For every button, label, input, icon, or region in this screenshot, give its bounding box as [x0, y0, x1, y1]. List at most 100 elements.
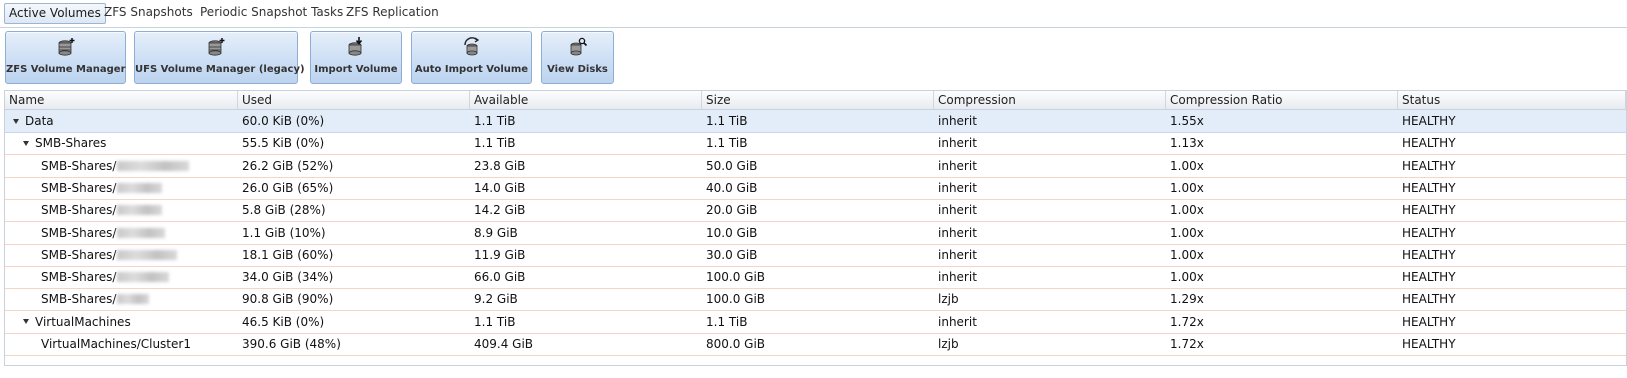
- ratio-cell: 1.00x: [1170, 180, 1204, 195]
- column-header-available[interactable]: Available: [470, 91, 702, 110]
- size-cell: 100.0 GiB: [706, 292, 766, 307]
- dataset-name: SMB-Shares/: [41, 292, 117, 307]
- grid-header: Name Used Available Size Compression Com…: [5, 91, 1626, 110]
- size-cell: 800.0 GiB: [706, 337, 766, 351]
- ratio-cell: 1.00x: [1170, 225, 1204, 240]
- table-row[interactable]: SMB-Shares/1.1 GiB (10%) 8.9 GiB 10.0 GiB i…: [5, 222, 1626, 245]
- dataset-name: Data: [25, 114, 54, 128]
- table-row[interactable]: SMB-Shares/26.0 GiB (65%) 14.0 GiB 40.0 Gi…: [5, 177, 1626, 200]
- available-cell: 66.0 GiB: [474, 270, 526, 285]
- ratio-cell: 1.00x: [1170, 247, 1204, 262]
- available-cell: 1.1 TiB: [474, 114, 516, 128]
- auto-import-volume-label: Auto Import Volume: [414, 64, 529, 75]
- status-cell: HEALTHY: [1402, 337, 1456, 351]
- table-row[interactable]: SMB-Shares/34.0 GiB (34%) 66.0 GiB 100.0 G…: [5, 266, 1626, 290]
- compression-cell: lzjb: [938, 292, 959, 307]
- name-cell: Data: [13, 110, 235, 132]
- ratio-cell: 1.13x: [1170, 136, 1204, 151]
- tab-active-volumes[interactable]: Active Volumes: [4, 3, 106, 24]
- tab-zfs-replication[interactable]: ZFS Replication: [342, 3, 443, 24]
- auto-import-icon: [463, 37, 479, 56]
- used-cell: 46.5 KiB (0%): [242, 314, 325, 329]
- compression-cell: inherit: [938, 314, 977, 329]
- column-header-compression-ratio[interactable]: Compression Ratio: [1166, 91, 1398, 110]
- status-cell: HEALTHY: [1402, 292, 1456, 307]
- view-disks-button[interactable]: View Disks: [541, 31, 614, 84]
- size-cell: 1.1 TiB: [706, 136, 748, 151]
- zfs-volume-manager-label: ZFS Volume Manager: [6, 64, 126, 75]
- compression-cell: inherit: [938, 225, 977, 240]
- name-cell: SMB-Shares/: [41, 199, 235, 221]
- name-cell: SMB-Shares/: [41, 155, 235, 177]
- ufs-volume-manager-label: UFS Volume Manager (legacy): [135, 64, 305, 75]
- compression-cell: inherit: [938, 270, 977, 285]
- expand-triangle-icon[interactable]: [23, 319, 29, 325]
- used-cell: 34.0 GiB (34%): [242, 270, 334, 285]
- column-header-compression[interactable]: Compression: [934, 91, 1166, 110]
- name-cell: SMB-Shares: [23, 132, 235, 154]
- ratio-cell: 1.72x: [1170, 314, 1204, 329]
- name-cell: SMB-Shares/: [41, 266, 235, 288]
- table-row[interactable]: SMB-Shares/26.2 GiB (52%) 23.8 GiB 50.0 Gi…: [5, 155, 1626, 178]
- ufs-volume-manager-button[interactable]: UFS Volume Manager (legacy): [134, 31, 305, 84]
- table-row[interactable]: SMB-Shares/18.1 GiB (60%) 11.9 GiB 30.0 Gi…: [5, 244, 1626, 267]
- tab-periodic-snapshot-tasks[interactable]: Periodic Snapshot Tasks: [196, 3, 347, 24]
- used-cell: 18.1 GiB (60%): [242, 247, 334, 262]
- tab-zfs-snapshots[interactable]: ZFS Snapshots: [100, 3, 197, 24]
- dataset-name: SMB-Shares: [35, 136, 107, 151]
- table-row[interactable]: SMB-Shares 55.5 KiB (0%) 1.1 TiB 1.1 TiB inh…: [5, 132, 1626, 156]
- redacted-name-suffix: [117, 227, 166, 238]
- available-cell: 23.8 GiB: [474, 158, 526, 173]
- column-header-used[interactable]: Used: [238, 91, 470, 110]
- table-row[interactable]: SMB-Shares/90.8 GiB (90%) 9.2 GiB 100.0 Gi…: [5, 288, 1626, 312]
- redacted-name-suffix: [117, 182, 163, 193]
- size-cell: 20.0 GiB: [706, 203, 758, 218]
- available-cell: 1.1 TiB: [474, 314, 516, 329]
- status-cell: HEALTHY: [1402, 314, 1456, 329]
- name-cell: SMB-Shares/: [41, 222, 235, 244]
- compression-cell: inherit: [938, 203, 977, 218]
- redacted-name-suffix: [117, 294, 150, 305]
- redacted-name-suffix: [117, 160, 190, 171]
- used-cell: 390.6 GiB (48%): [242, 337, 341, 351]
- auto-import-volume-button[interactable]: Auto Import Volume: [411, 31, 532, 84]
- status-cell: HEALTHY: [1402, 158, 1456, 173]
- volumes-grid: Name Used Available Size Compression Com…: [4, 90, 1627, 366]
- dataset-name: SMB-Shares/: [41, 225, 117, 240]
- expand-triangle-icon[interactable]: [13, 118, 19, 124]
- volume-add-icon: [208, 38, 225, 56]
- available-cell: 14.0 GiB: [474, 180, 526, 195]
- status-cell: HEALTHY: [1402, 247, 1456, 262]
- import-volume-label: Import Volume: [314, 64, 398, 75]
- volume-add-icon: [58, 38, 74, 56]
- compression-cell: inherit: [938, 136, 977, 151]
- status-cell: HEALTHY: [1402, 114, 1456, 128]
- column-header-name[interactable]: Name: [5, 91, 238, 110]
- compression-cell: inherit: [938, 180, 977, 195]
- table-row[interactable]: VirtualMachines/Cluster1 390.6 GiB (48%) 4…: [5, 333, 1626, 356]
- name-cell: VirtualMachines: [23, 311, 235, 333]
- table-row[interactable]: Data 60.0 KiB (0%) 1.1 TiB 1.1 TiB inherit 1.…: [5, 110, 1626, 133]
- used-cell: 1.1 GiB (10%): [242, 225, 326, 240]
- used-cell: 90.8 GiB (90%): [242, 292, 334, 307]
- used-cell: 55.5 KiB (0%): [242, 136, 325, 151]
- table-row[interactable]: VirtualMachines 46.5 KiB (0%) 1.1 TiB 1.1 T…: [5, 311, 1626, 334]
- ratio-cell: 1.00x: [1170, 203, 1204, 218]
- ratio-cell: 1.00x: [1170, 158, 1204, 173]
- import-volume-button[interactable]: Import Volume: [310, 31, 402, 84]
- dataset-name: SMB-Shares/: [41, 203, 117, 218]
- size-cell: 10.0 GiB: [706, 225, 758, 240]
- table-row[interactable]: SMB-Shares/5.8 GiB (28%) 14.2 GiB 20.0 GiB…: [5, 199, 1626, 223]
- size-cell: 40.0 GiB: [706, 180, 758, 195]
- size-cell: 1.1 TiB: [706, 114, 748, 128]
- expand-triangle-icon[interactable]: [23, 140, 29, 146]
- ratio-cell: 1.00x: [1170, 270, 1204, 285]
- redacted-name-suffix: [117, 249, 178, 260]
- column-header-size[interactable]: Size: [702, 91, 934, 110]
- zfs-volume-manager-button[interactable]: ZFS Volume Manager: [5, 31, 126, 84]
- status-cell: HEALTHY: [1402, 225, 1456, 240]
- dataset-name: SMB-Shares/: [41, 180, 117, 195]
- column-header-status[interactable]: Status: [1398, 91, 1626, 110]
- size-cell: 30.0 GiB: [706, 247, 758, 262]
- dataset-name: VirtualMachines: [35, 314, 131, 329]
